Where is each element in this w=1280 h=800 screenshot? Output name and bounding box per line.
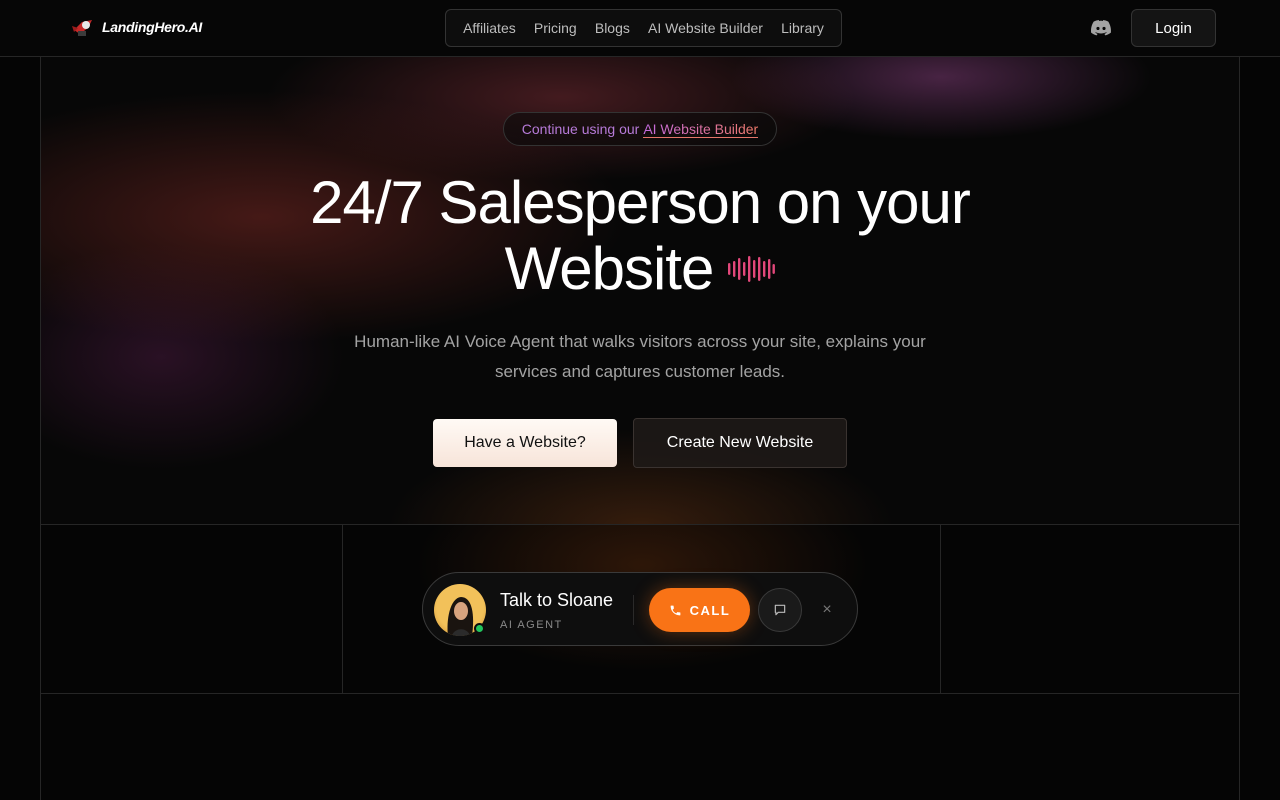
- create-new-website-button[interactable]: Create New Website: [633, 418, 847, 468]
- hero-mascot-icon: [72, 20, 92, 36]
- brand-name: LandingHero.AI: [102, 19, 203, 35]
- brand-logo[interactable]: LandingHero.AI: [70, 14, 202, 40]
- login-button[interactable]: Login: [1131, 9, 1216, 47]
- grid-line: [940, 524, 941, 693]
- nav-menu: Affiliates Pricing Blogs AI Website Buil…: [445, 9, 842, 47]
- nav-link-blogs[interactable]: Blogs: [595, 20, 630, 36]
- nav-link-library[interactable]: Library: [781, 20, 824, 36]
- hero-subtitle: Human-like AI Voice Agent that walks vis…: [354, 332, 926, 381]
- agent-role: AI AGENT: [500, 619, 563, 631]
- discord-icon[interactable]: [1090, 18, 1112, 38]
- widget-divider: [633, 595, 634, 625]
- nav-link-ai-website-builder[interactable]: AI Website Builder: [648, 20, 763, 36]
- builder-announcement-pill: Continue using our AI Website Builder: [503, 112, 777, 146]
- chat-bubble-icon: [774, 604, 786, 616]
- voice-agent-widget: Talk to Sloane AI AGENT CALL ×: [422, 572, 858, 646]
- nav-link-pricing[interactable]: Pricing: [534, 20, 577, 36]
- section-divider: [41, 693, 1239, 694]
- close-widget-button[interactable]: ×: [816, 599, 838, 621]
- hero-title-line2: Website: [504, 235, 715, 302]
- hero-title-line1: 24/7 Salesperson on your: [310, 169, 971, 236]
- top-navbar: LandingHero.AI Affiliates Pricing Blogs …: [0, 0, 1280, 57]
- sound-wave-icon: [728, 256, 776, 283]
- call-button-label: CALL: [689, 602, 731, 618]
- hero-title: 24/7 Salesperson on your Website: [240, 170, 1040, 302]
- have-a-website-button[interactable]: Have a Website?: [433, 419, 617, 467]
- phone-icon: [670, 605, 681, 615]
- nav-link-affiliates[interactable]: Affiliates: [463, 20, 516, 36]
- chat-button[interactable]: [758, 588, 802, 632]
- pill-prefix: Continue using our: [521, 121, 640, 137]
- agent-name: Talk to Sloane: [500, 590, 614, 610]
- online-status-dot: [474, 623, 485, 634]
- call-button[interactable]: CALL: [649, 588, 750, 632]
- ai-website-builder-link[interactable]: AI Website Builder: [643, 121, 759, 138]
